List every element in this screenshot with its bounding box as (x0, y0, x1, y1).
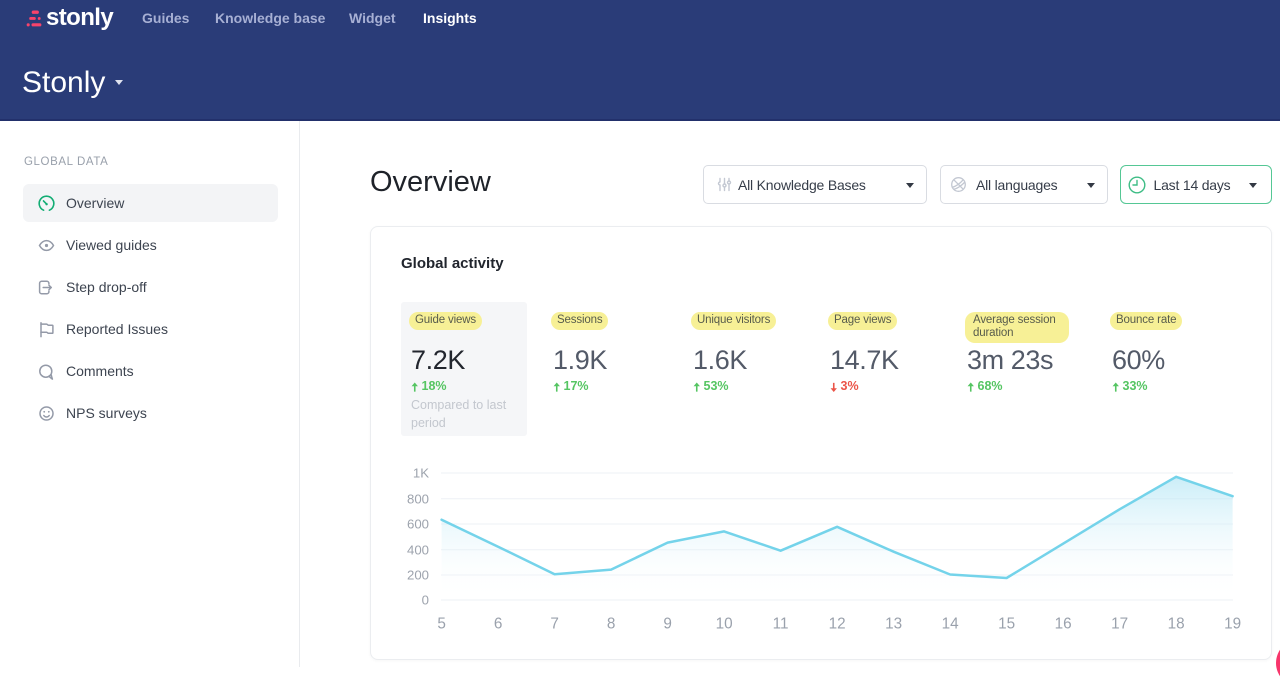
svg-text:0: 0 (422, 592, 429, 607)
svg-text:10: 10 (716, 615, 733, 632)
svg-text:15: 15 (998, 615, 1015, 632)
svg-text:7: 7 (550, 615, 559, 632)
svg-text:1K: 1K (413, 465, 429, 480)
svg-text:9: 9 (663, 615, 672, 632)
svg-text:12: 12 (829, 615, 846, 632)
svg-text:8: 8 (607, 615, 616, 632)
svg-text:17: 17 (1111, 615, 1128, 632)
svg-text:18: 18 (1168, 615, 1185, 632)
svg-text:16: 16 (1055, 615, 1072, 632)
svg-text:5: 5 (437, 615, 446, 632)
svg-text:800: 800 (407, 491, 429, 506)
svg-text:19: 19 (1224, 615, 1241, 632)
svg-text:200: 200 (407, 567, 429, 582)
svg-text:13: 13 (885, 615, 902, 632)
svg-text:11: 11 (773, 615, 789, 632)
svg-text:6: 6 (494, 615, 503, 632)
svg-text:600: 600 (407, 516, 429, 531)
svg-text:400: 400 (407, 542, 429, 557)
svg-text:14: 14 (942, 615, 960, 632)
